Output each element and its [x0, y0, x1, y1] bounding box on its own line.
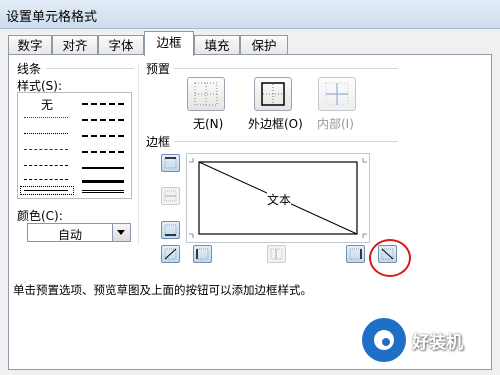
border-inside-vertical-icon: [270, 248, 283, 260]
border-preview[interactable]: 文本: [186, 153, 370, 243]
watermark-logo: [362, 318, 406, 362]
line-style-medium-dash-dot-dot[interactable]: [82, 103, 124, 105]
line-style-medium-dash-dot[interactable]: [82, 135, 124, 137]
tab-number[interactable]: 数字: [8, 35, 52, 55]
hint-text: 单击预置选项、预览草图及上面的按钮可以添加边框样式。: [13, 283, 312, 297]
line-style-list[interactable]: 无: [17, 92, 132, 199]
tab-border[interactable]: 边框: [144, 31, 194, 56]
line-group-label: 线条: [17, 62, 42, 76]
tab-fill[interactable]: 填充: [194, 35, 240, 55]
tab-font[interactable]: 字体: [98, 35, 144, 55]
presets-group-label: 预置: [146, 62, 171, 76]
border-right-icon: [349, 248, 362, 260]
line-style-dotted[interactable]: [24, 133, 68, 134]
vertical-divider: [138, 64, 139, 244]
preset-inside-icon: [325, 82, 349, 106]
line-style-dash-dot-dot[interactable]: [24, 149, 68, 150]
preset-none-icon: [194, 82, 218, 106]
color-select[interactable]: 自动: [27, 223, 131, 242]
preview-text: 文本: [267, 191, 292, 208]
border-inside-horizontal-button[interactable]: [161, 187, 180, 205]
border-group-label: 边框: [146, 135, 171, 149]
border-inside-horizontal-icon: [164, 190, 177, 202]
border-top-button[interactable]: [161, 154, 180, 172]
border-bottom-button[interactable]: [161, 221, 180, 239]
preset-inside-label: 内部(I): [317, 117, 354, 131]
highlight-circle: [369, 239, 411, 277]
tab-alignment[interactable]: 对齐: [52, 35, 98, 55]
line-style-none[interactable]: 无: [41, 96, 53, 113]
border-diagonal-up-button[interactable]: [161, 245, 180, 263]
preset-inside-button[interactable]: [318, 77, 356, 111]
line-style-dashed[interactable]: [24, 179, 68, 180]
line-style-hair[interactable]: [24, 117, 68, 118]
diagonal-up-icon: [164, 248, 177, 260]
dialog-title-bar[interactable]: 设置单元格格式: [0, 0, 500, 29]
eye-icon: [374, 330, 394, 350]
preset-none-button[interactable]: [187, 77, 225, 111]
color-select-value: 自动: [57, 228, 82, 242]
tab-protection[interactable]: 保护: [240, 35, 288, 55]
watermark-text: 好装机: [412, 333, 463, 353]
border-right-button[interactable]: [346, 245, 365, 263]
dialog-title: 设置单元格格式: [6, 10, 98, 25]
line-style-double[interactable]: [82, 190, 124, 193]
presets-divider: [174, 68, 398, 69]
line-style-slanted-dash-dot[interactable]: [82, 119, 124, 121]
border-bottom-icon: [164, 224, 177, 236]
line-style-dash-dot[interactable]: [24, 165, 68, 166]
border-left-button[interactable]: [193, 245, 212, 263]
border-inside-vertical-button[interactable]: [267, 245, 286, 263]
line-group-divider: [46, 68, 134, 69]
color-label: 颜色(C):: [17, 209, 63, 223]
preset-outline-button[interactable]: [254, 77, 292, 111]
preset-outline-label: 外边框(O): [248, 117, 303, 131]
line-style-medium[interactable]: [82, 167, 124, 169]
border-left-icon: [196, 248, 209, 260]
chevron-down-icon[interactable]: [112, 224, 130, 241]
border-top-icon: [164, 157, 177, 169]
preset-none-label: 无(N): [193, 117, 224, 131]
line-style-thick[interactable]: [82, 180, 124, 183]
preset-outline-icon: [261, 82, 285, 106]
border-group-divider: [174, 141, 398, 142]
line-style-thin-selected[interactable]: [20, 186, 74, 195]
line-style-medium-dashed[interactable]: [82, 151, 124, 153]
